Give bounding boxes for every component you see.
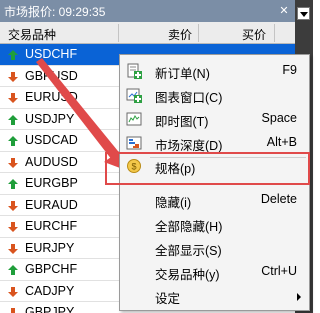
menu-item-show-all[interactable]: 全部显示(S) (120, 236, 309, 259)
menu-item-market-depth[interactable]: 市场深度(D) Alt+B (120, 131, 309, 154)
menu-item-label: 设定 (155, 292, 181, 306)
menu-item-label: 全部隐藏(H) (155, 220, 223, 234)
market-depth-icon (126, 135, 142, 151)
chart-window-icon (126, 87, 142, 103)
menu-item-new-order[interactable]: 新订单(N) F9 (120, 59, 309, 82)
menu-item-shortcut: Delete (260, 192, 297, 206)
menu-item-label: 即时图(T) (155, 115, 209, 129)
menu-item-chart-window[interactable]: 图表窗口(C) (120, 83, 309, 106)
menu-item-shortcut: Alt+B (266, 135, 297, 149)
menu-item-label: 全部显示(S) (155, 244, 222, 258)
menu-item-label: 交易品种(y) (155, 268, 220, 282)
new-order-icon (126, 63, 142, 79)
menu-item-shortcut: Space (261, 111, 297, 125)
callout-arrow-shaft (36, 58, 122, 160)
menu-item-shortcut: F9 (282, 63, 297, 77)
menu-item-label: 新订单(N) (155, 67, 210, 81)
submenu-arrow-icon (297, 293, 301, 301)
menu-item-symbols[interactable]: 交易品种(y) Ctrl+U (120, 260, 309, 283)
menu-item-hide[interactable]: 隐藏(i) Delete (120, 188, 309, 211)
tick-chart-icon (126, 111, 142, 127)
menu-item-label: 隐藏(i) (155, 196, 192, 210)
menu-item-shortcut: Ctrl+U (261, 264, 297, 278)
highlight-box (105, 152, 310, 185)
menu-item-settings[interactable]: 设定 (120, 284, 309, 307)
menu-item-label: 图表窗口(C) (155, 91, 223, 105)
menu-item-tick-chart[interactable]: 即时图(T) Space (120, 107, 309, 130)
menu-item-hide-all[interactable]: 全部隐藏(H) (120, 212, 309, 235)
